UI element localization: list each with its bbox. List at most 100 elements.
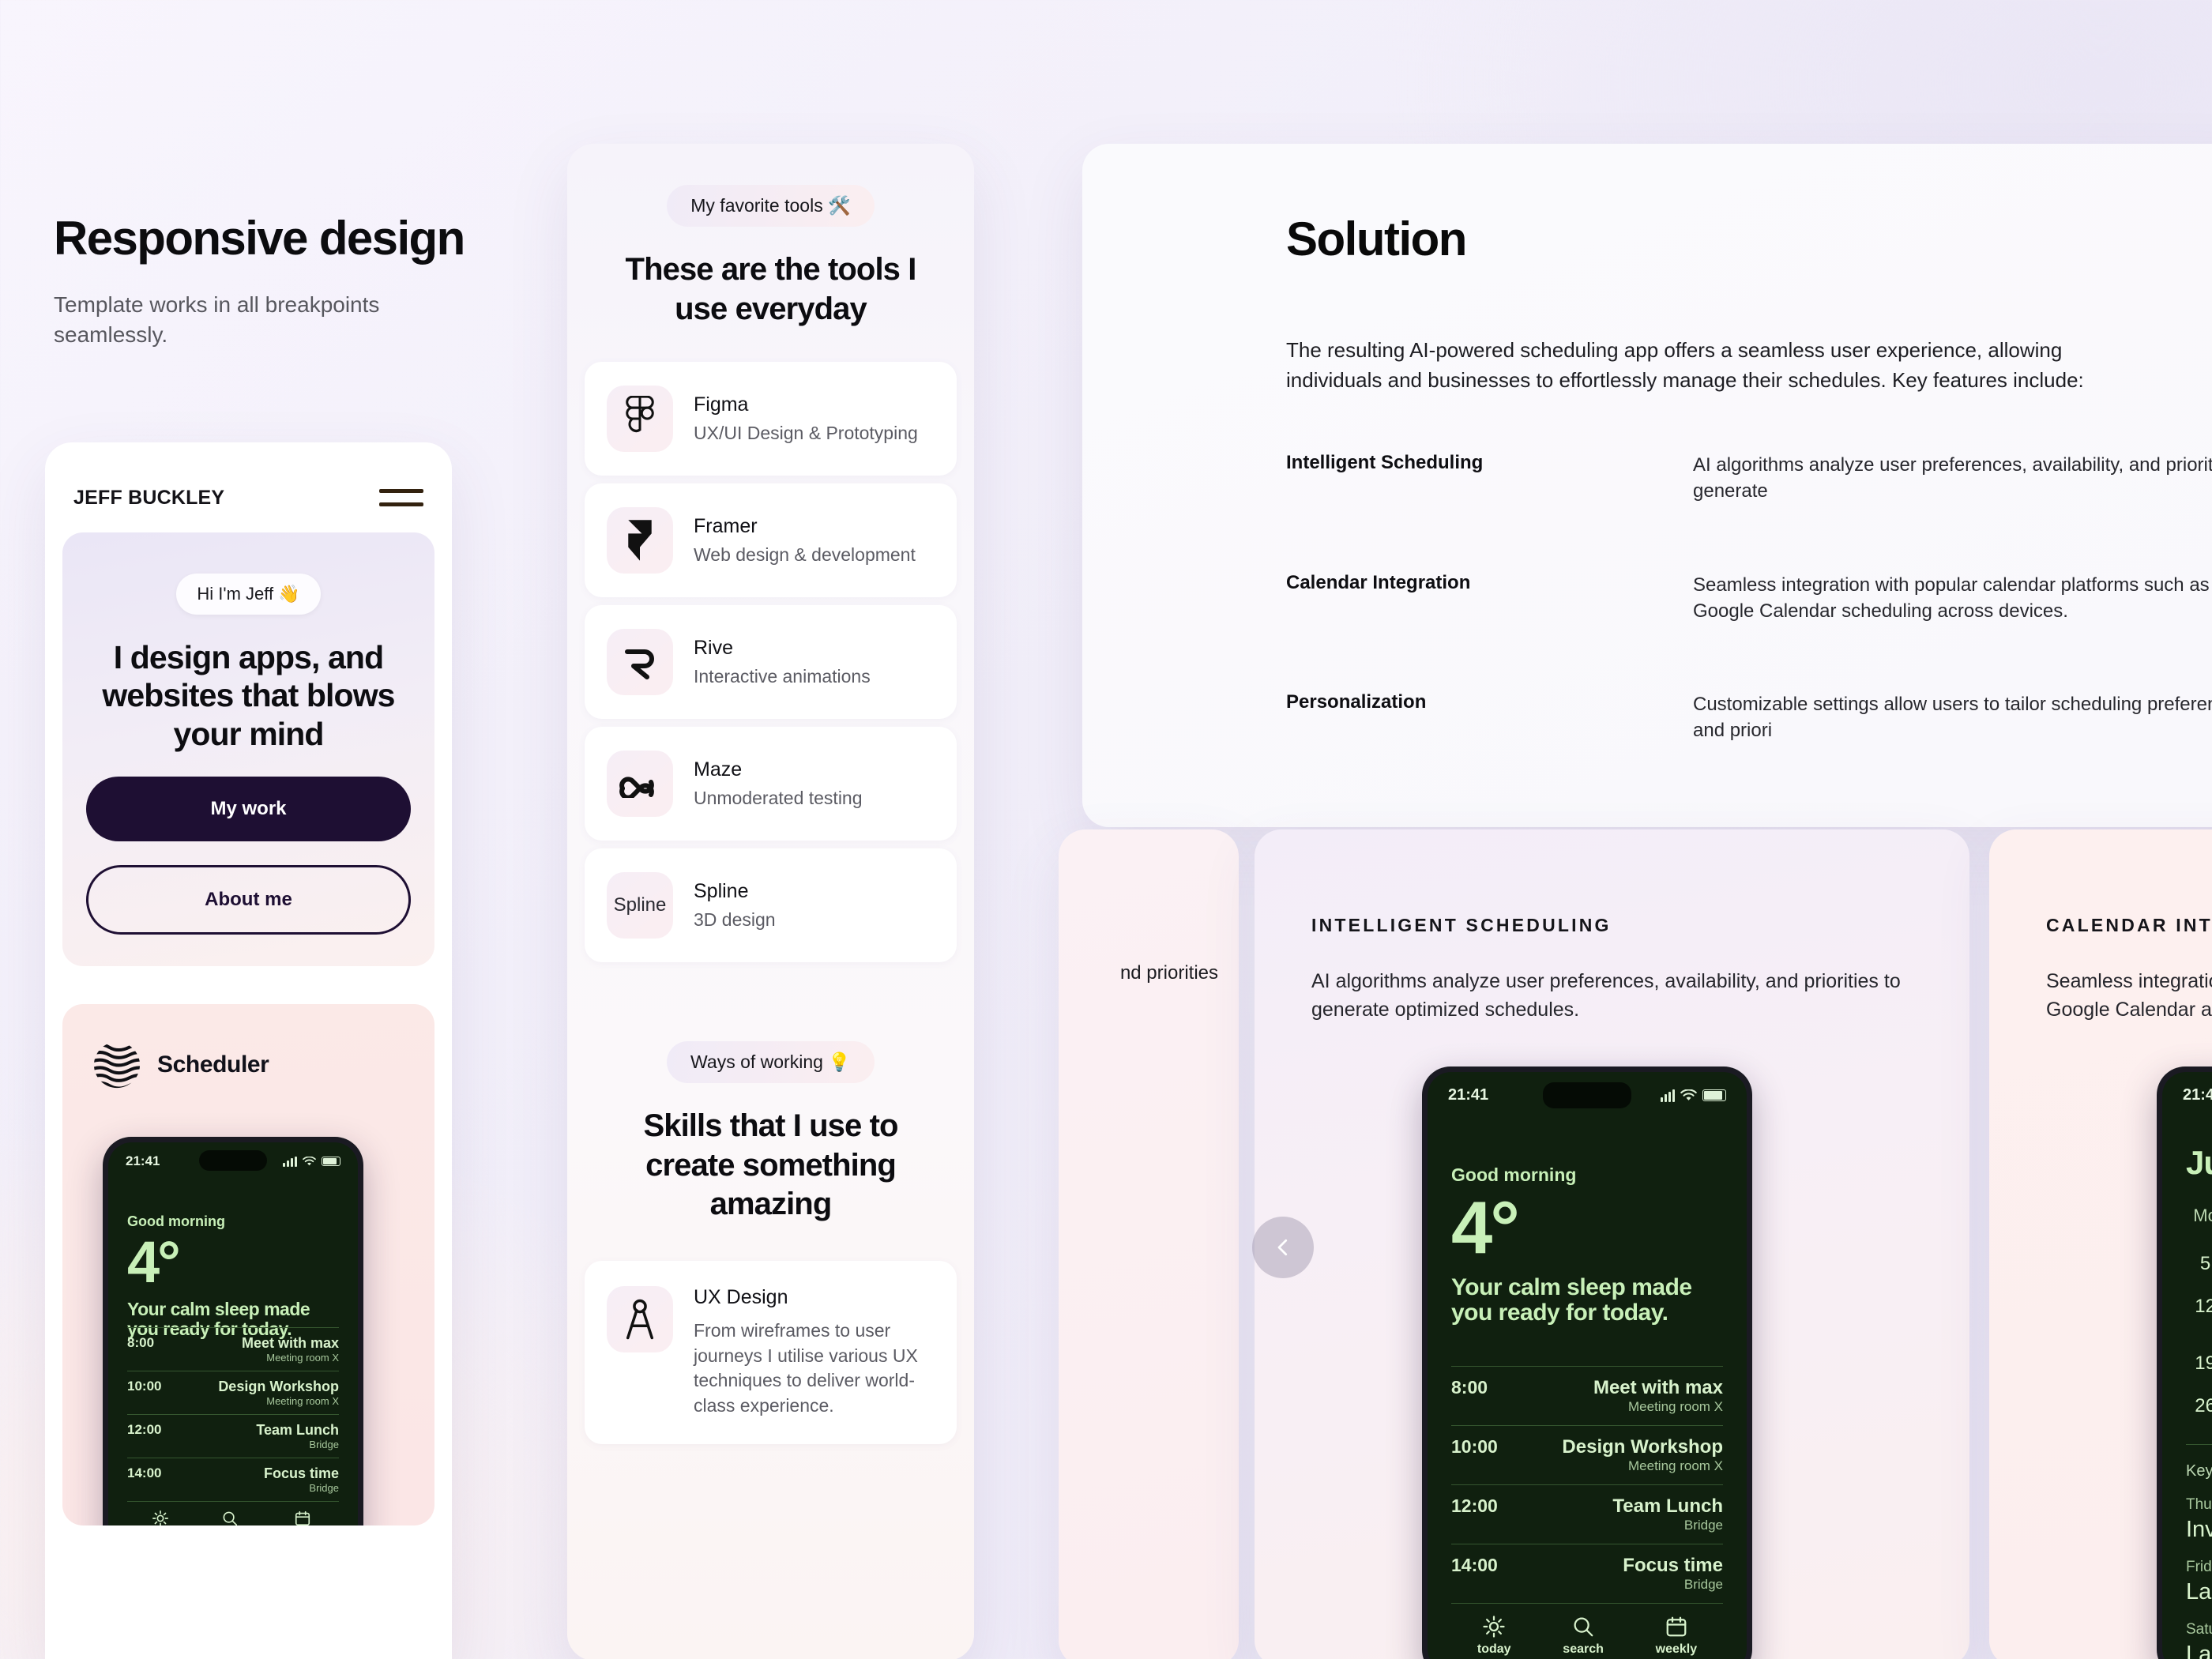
tab-weekly[interactable]: weekly: [1656, 1615, 1697, 1657]
event-time: 10:00: [127, 1379, 162, 1394]
sun-icon: [1483, 1616, 1505, 1638]
event-row[interactable]: 8:00 Meet with max Meeting room X: [1451, 1366, 1723, 1425]
list-item[interactable]: UX Design From wireframes to user journe…: [585, 1260, 957, 1444]
spline-logo-icon: Spline: [607, 872, 673, 939]
skills-list: UX Design From wireframes to user journe…: [567, 1260, 974, 1444]
tool-name: Rive: [694, 637, 734, 660]
tool-description: Interactive animations: [694, 666, 871, 687]
list-item[interactable]: Framer Web design & development: [585, 483, 957, 598]
calendar-month-label: June, 2024: [2186, 1144, 2212, 1181]
event-location: Meeting room X: [1628, 1399, 1723, 1414]
event-row[interactable]: 10:00 Design Workshop Meeting room X: [127, 1371, 339, 1414]
tab-today[interactable]: today: [1477, 1615, 1511, 1657]
status-time: 21:41: [1448, 1086, 1489, 1104]
highlight-event: Launch event: [2186, 1579, 2212, 1604]
tool-description: Unmoderated testing: [694, 788, 863, 809]
about-me-button[interactable]: About me: [86, 865, 411, 935]
tab-weekly[interactable]: weekly: [287, 1510, 318, 1526]
feature-card-partial[interactable]: nd priorities: [1059, 830, 1239, 1659]
skill-description: From wireframes to user journeys I utili…: [694, 1319, 918, 1416]
brand-name: JEFF BUCKLEY: [73, 486, 225, 509]
calendar-day[interactable]: 12: [2186, 1296, 2212, 1332]
list-item[interactable]: Thursday Investor meeting: [2186, 1496, 2212, 1543]
list-item[interactable]: Saturday Launch party: [2186, 1621, 2212, 1659]
event-row[interactable]: 10:00 Design Workshop Meeting room X: [1451, 1425, 1723, 1484]
calendar-day[interactable]: 5: [2186, 1253, 2212, 1275]
solution-intro: The resulting AI-powered scheduling app …: [1286, 338, 2084, 392]
event-title: Design Workshop: [1562, 1436, 1723, 1458]
carousel-prev-button[interactable]: [1252, 1217, 1314, 1278]
rive-logo-icon: [607, 629, 673, 696]
event-row[interactable]: 12:00 Team Lunch Bridge: [1451, 1484, 1723, 1544]
tool-name: Figma: [694, 393, 749, 416]
tools-section-header: My favorite tools 🛠️ These are the tools…: [567, 185, 974, 329]
feature-card-intelligent-scheduling[interactable]: INTELLIGENT SCHEDULING AI algorithms ana…: [1255, 830, 1969, 1659]
event-location: Bridge: [1683, 1577, 1723, 1592]
feature-value: AI algorithms analyze user preferences, …: [1693, 454, 2212, 502]
feature-cards-carousel: nd priorities INTELLIGENT SCHEDULING AI …: [1059, 830, 2212, 1659]
globe-waves-icon: [93, 1043, 141, 1089]
feature-value: Seamless integration with popular calend…: [1693, 574, 2210, 622]
tab-label: search: [1563, 1642, 1604, 1656]
skills-section-header: Ways of working 💡 Skills that I use to c…: [567, 1041, 974, 1224]
sun-icon: [152, 1510, 169, 1526]
card-kicker: INTELLIGENT SCHEDULING: [1311, 915, 1612, 935]
iphone-mockup-calendar: 21:41 June, 2024 Mo Tu We Th: [2157, 1066, 2212, 1659]
event-row[interactable]: 12:00 Team Lunch Bridge: [127, 1414, 339, 1458]
hamburger-icon[interactable]: [379, 485, 423, 510]
page-title: Responsive design: [54, 212, 465, 265]
signal-icon: [283, 1156, 297, 1167]
event-time: 14:00: [1451, 1555, 1498, 1575]
event-row[interactable]: 14:00 Focus time Bridge: [127, 1458, 339, 1501]
list-item[interactable]: Rive Interactive animations: [585, 605, 957, 720]
event-title: Focus time: [263, 1465, 339, 1482]
highlights-title: Key highlights for week: [2186, 1462, 2212, 1480]
event-title: Focus time: [1623, 1555, 1723, 1576]
event-location: Bridge: [309, 1482, 339, 1495]
calendar-day[interactable]: 19: [2186, 1352, 2212, 1375]
list-item[interactable]: Friday Launch event: [2186, 1559, 2212, 1605]
tool-name: Framer: [694, 515, 758, 538]
temperature-value: 4°: [127, 1229, 181, 1296]
card-kicker: CALENDAR INTEGRATION: [2046, 915, 2212, 935]
feature-key: Intelligent Scheduling: [1286, 452, 1484, 474]
tab-search[interactable]: search: [1563, 1615, 1604, 1657]
solution-title: Solution: [1286, 213, 1467, 265]
figma-logo-icon: [607, 386, 673, 453]
feature-card-calendar-integration[interactable]: CALENDAR INTEGRATION Seamless integratio…: [1989, 830, 2212, 1659]
highlight-day: Friday: [2186, 1559, 2212, 1575]
tab-today[interactable]: today: [148, 1510, 173, 1526]
event-title: Meet with max: [1593, 1377, 1723, 1398]
responsive-design-heading-block: Responsive design Template works in all …: [54, 213, 496, 349]
list-item[interactable]: Maze Unmoderated testing: [585, 727, 957, 841]
list-item[interactable]: Figma UX/UI Design & Prototyping: [585, 362, 957, 476]
tool-description: 3D design: [694, 909, 776, 931]
calendar-day[interactable]: 26: [2186, 1395, 2212, 1417]
tools-heading: These are the tools I use everyday: [625, 252, 917, 326]
calendar-day-headers: Mo Tu We Th Fr Sa Su: [2186, 1206, 2212, 1226]
my-work-button[interactable]: My work: [86, 777, 411, 842]
hero-heading: I design apps, and websites that blows y…: [102, 639, 395, 752]
key-highlights-section: Key highlights for week Thursday Investo…: [2186, 1444, 2212, 1659]
tools-pill: My favorite tools 🛠️: [667, 185, 875, 227]
tab-search[interactable]: search: [215, 1510, 246, 1526]
tool-description: Web design & development: [694, 544, 916, 566]
list-item[interactable]: Spline Spline 3D design: [585, 848, 957, 963]
greeting-pill: Hi I'm Jeff 👋: [176, 574, 321, 615]
wifi-icon: [1680, 1089, 1697, 1100]
event-location: Meeting room X: [266, 1352, 339, 1364]
feature-key: Calendar Integration: [1286, 571, 1471, 593]
search-icon: [223, 1511, 238, 1526]
search-icon: [1574, 1617, 1593, 1637]
table-row: Intelligent Scheduling AI algorithms ana…: [1286, 452, 2212, 504]
event-row[interactable]: 14:00 Focus time Bridge: [1451, 1544, 1723, 1603]
event-row[interactable]: 8:00 Meet with max Meeting room X: [127, 1327, 339, 1371]
scheduler-showcase-card: Scheduler 21:41 Good morning 4° Your cal…: [62, 1004, 434, 1526]
status-time: 21:41: [2183, 1086, 2212, 1104]
tab-label: today: [1477, 1642, 1511, 1656]
iphone-mockup-schedule: 21:41 Good morning 4° Your calm sleep ma…: [1422, 1066, 1752, 1659]
status-bar: 21:41: [108, 1142, 358, 1172]
event-time: 10:00: [1451, 1436, 1498, 1457]
scheduler-brand: Scheduler: [62, 1040, 434, 1089]
skills-pill: Ways of working 💡: [667, 1041, 875, 1084]
